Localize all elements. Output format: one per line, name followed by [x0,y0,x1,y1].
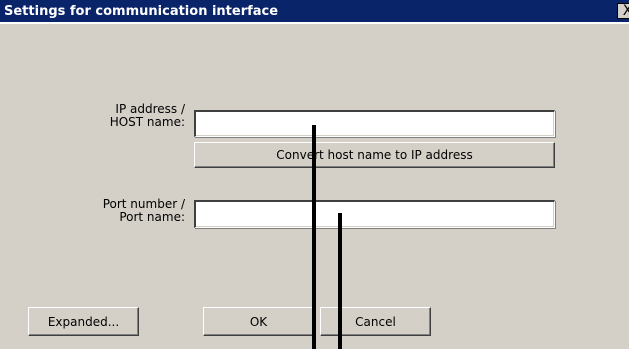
pointer-line-port [338,213,342,349]
port-label-line2: Port name: [119,210,185,224]
settings-dialog: Settings for communication interface X I… [0,0,629,349]
ip-label-line2: HOST name: [109,115,185,129]
ok-button[interactable]: OK [203,307,314,336]
ip-address-label: IP address / HOST name: [60,103,185,129]
window-title: Settings for communication interface [4,4,279,19]
title-bar[interactable]: Settings for communication interface X [0,0,629,24]
convert-host-button[interactable]: Convert host name to IP address [194,142,555,168]
cancel-button[interactable]: Cancel [320,307,431,336]
port-label: Port number / Port name: [60,198,185,224]
ip-address-input[interactable] [194,110,555,137]
port-input[interactable] [194,200,555,228]
expanded-button[interactable]: Expanded... [28,307,139,336]
close-button[interactable]: X [617,3,629,19]
pointer-line-ip [312,125,316,349]
